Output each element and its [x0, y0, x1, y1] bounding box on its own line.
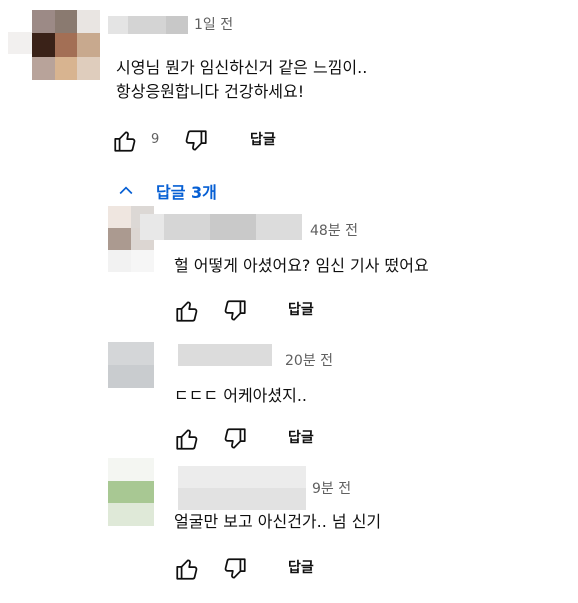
avatar[interactable] [108, 458, 154, 526]
comment-time[interactable]: 1일 전 [194, 16, 233, 34]
thumbs-down-icon[interactable] [183, 128, 209, 154]
reply-text: 얼굴만 보고 아신건가.. 넘 신기 [174, 512, 382, 531]
avatar[interactable] [108, 342, 154, 388]
author-name-redacted[interactable] [178, 344, 272, 366]
reply-time[interactable]: 20분 전 [285, 352, 333, 370]
reply-time[interactable]: 48분 전 [310, 222, 358, 240]
author-name-redacted[interactable] [178, 466, 306, 510]
thumbs-up-icon[interactable] [112, 128, 138, 154]
thumbs-up-icon[interactable] [174, 426, 200, 452]
like-count: 9 [151, 132, 160, 147]
thumbs-up-icon[interactable] [174, 556, 200, 582]
reply-button[interactable]: 답글 [288, 558, 314, 578]
reply-button[interactable]: 답글 [288, 428, 314, 448]
author-name-redacted[interactable] [140, 214, 302, 240]
comment-text: 시영님 뭔가 임신하신거 같은 느낌이.. 항상응원합니다 건강하세요! [116, 58, 368, 101]
chevron-up-icon [116, 181, 136, 201]
comment-thread-main: 1일 전 시영님 뭔가 임신하신거 같은 느낌이.. 항상응원합니다 건강하세요… [0, 0, 578, 170]
author-name-redacted[interactable] [108, 16, 188, 34]
thumbs-up-icon[interactable] [174, 298, 200, 324]
reply-button[interactable]: 답글 [250, 130, 276, 150]
reply-text: 헐 어떻게 아셨어요? 임신 기사 떴어요 [174, 256, 429, 275]
reply-text: ㄷㄷㄷ 어케아셨지.. [174, 386, 308, 405]
reply-item: 20분 전 ㄷㄷㄷ 어케아셨지.. 답글 [0, 330, 578, 456]
avatar-edge [8, 32, 32, 54]
thumbs-down-icon[interactable] [222, 426, 248, 452]
reply-item: 48분 전 헐 어떻게 아셨어요? 임신 기사 떴어요 답글 [0, 200, 578, 330]
avatar[interactable] [32, 10, 100, 80]
reply-button[interactable]: 답글 [288, 300, 314, 320]
thumbs-down-icon[interactable] [222, 556, 248, 582]
reply-time[interactable]: 9분 전 [312, 480, 351, 498]
reply-item: 9분 전 얼굴만 보고 아신건가.. 넘 신기 답글 [0, 456, 578, 603]
thumbs-down-icon[interactable] [222, 298, 248, 324]
